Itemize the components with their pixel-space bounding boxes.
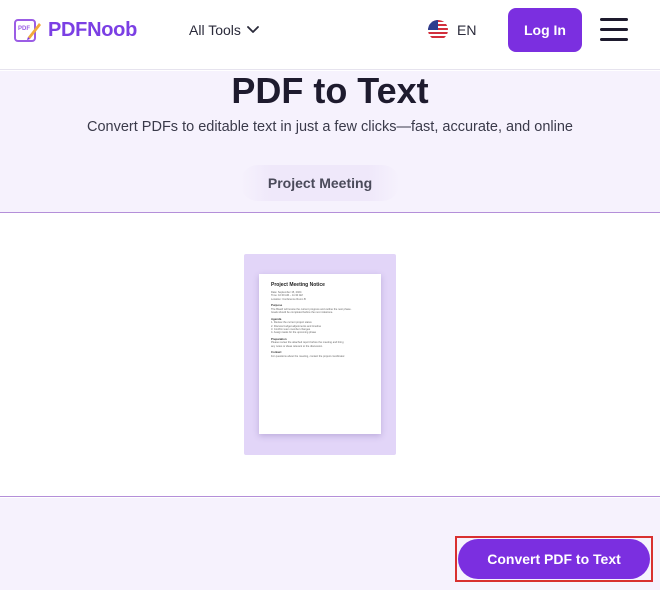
page-subtitle: Convert PDFs to editable text in just a … (87, 119, 573, 135)
hamburger-menu-icon[interactable] (598, 15, 630, 45)
language-selector[interactable]: EN (428, 20, 476, 40)
all-tools-label: All Tools (189, 22, 241, 38)
us-flag-icon (428, 20, 448, 40)
pdf-page-thumbnail: Project Meeting Notice Date: September 1… (259, 274, 381, 434)
file-preview-area: Project Meeting Notice Date: September 1… (0, 213, 660, 497)
svg-text:PDF: PDF (18, 26, 30, 32)
page-title: PDF to Text (231, 70, 429, 111)
convert-pdf-to-text-button[interactable]: Convert PDF to Text (458, 539, 650, 579)
login-button[interactable]: Log In (508, 8, 582, 52)
pdfnoob-logo[interactable]: PDF PDFNoob (14, 16, 137, 44)
file-name-label: Project Meeting (240, 165, 400, 201)
doc-body: Date: September 15, 2024 Time: 10:00 AM –… (271, 291, 369, 358)
pdf-preview-card[interactable]: Project Meeting Notice Date: September 1… (244, 254, 396, 455)
doc-text-line: For questions about the meeting, contact… (271, 354, 346, 358)
language-label: EN (457, 22, 477, 38)
chevron-down-icon (246, 26, 259, 33)
pdf-pen-logo-icon: PDF (14, 17, 42, 43)
hero-section: PDF to Text Convert PDFs to editable tex… (0, 71, 660, 213)
doc-text-line: 4. Assign tasks for the upcoming phase (271, 331, 317, 335)
doc-text-line: Goals should be completed before the nex… (271, 311, 333, 315)
logo-text: PDFNoob (48, 18, 137, 41)
action-bar: Convert PDF to Text (0, 498, 660, 590)
all-tools-dropdown[interactable]: All Tools (189, 21, 259, 39)
doc-text-line: any notes or ideas relevant to the discu… (271, 344, 323, 348)
site-header: PDF PDFNoob All Tools EN Log In (0, 0, 660, 70)
doc-title: Project Meeting Notice (271, 282, 325, 288)
doc-text-line: Location: Conference Room B (271, 297, 306, 301)
